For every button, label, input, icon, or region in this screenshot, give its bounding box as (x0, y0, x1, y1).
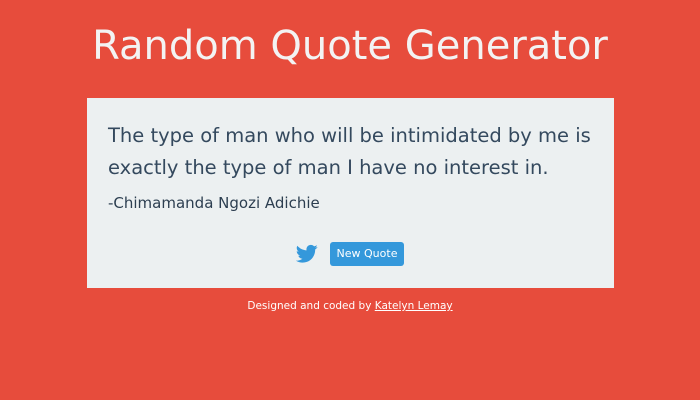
quote-author: -Chimamanda Ngozi Adichie (108, 194, 320, 212)
quote-card: The type of man who will be intimidated … (87, 98, 614, 288)
tweet-button[interactable] (295, 244, 318, 264)
footer-credit-text: Designed and coded by (247, 300, 372, 312)
new-quote-button[interactable]: New Quote (330, 242, 404, 266)
footer: Designed and coded by Katelyn Lemay (0, 298, 700, 314)
twitter-icon (295, 244, 318, 263)
author-link[interactable]: Katelyn Lemay (375, 300, 453, 312)
quote-text: The type of man who will be intimidated … (108, 124, 591, 179)
page-title: Random Quote Generator (92, 23, 608, 69)
